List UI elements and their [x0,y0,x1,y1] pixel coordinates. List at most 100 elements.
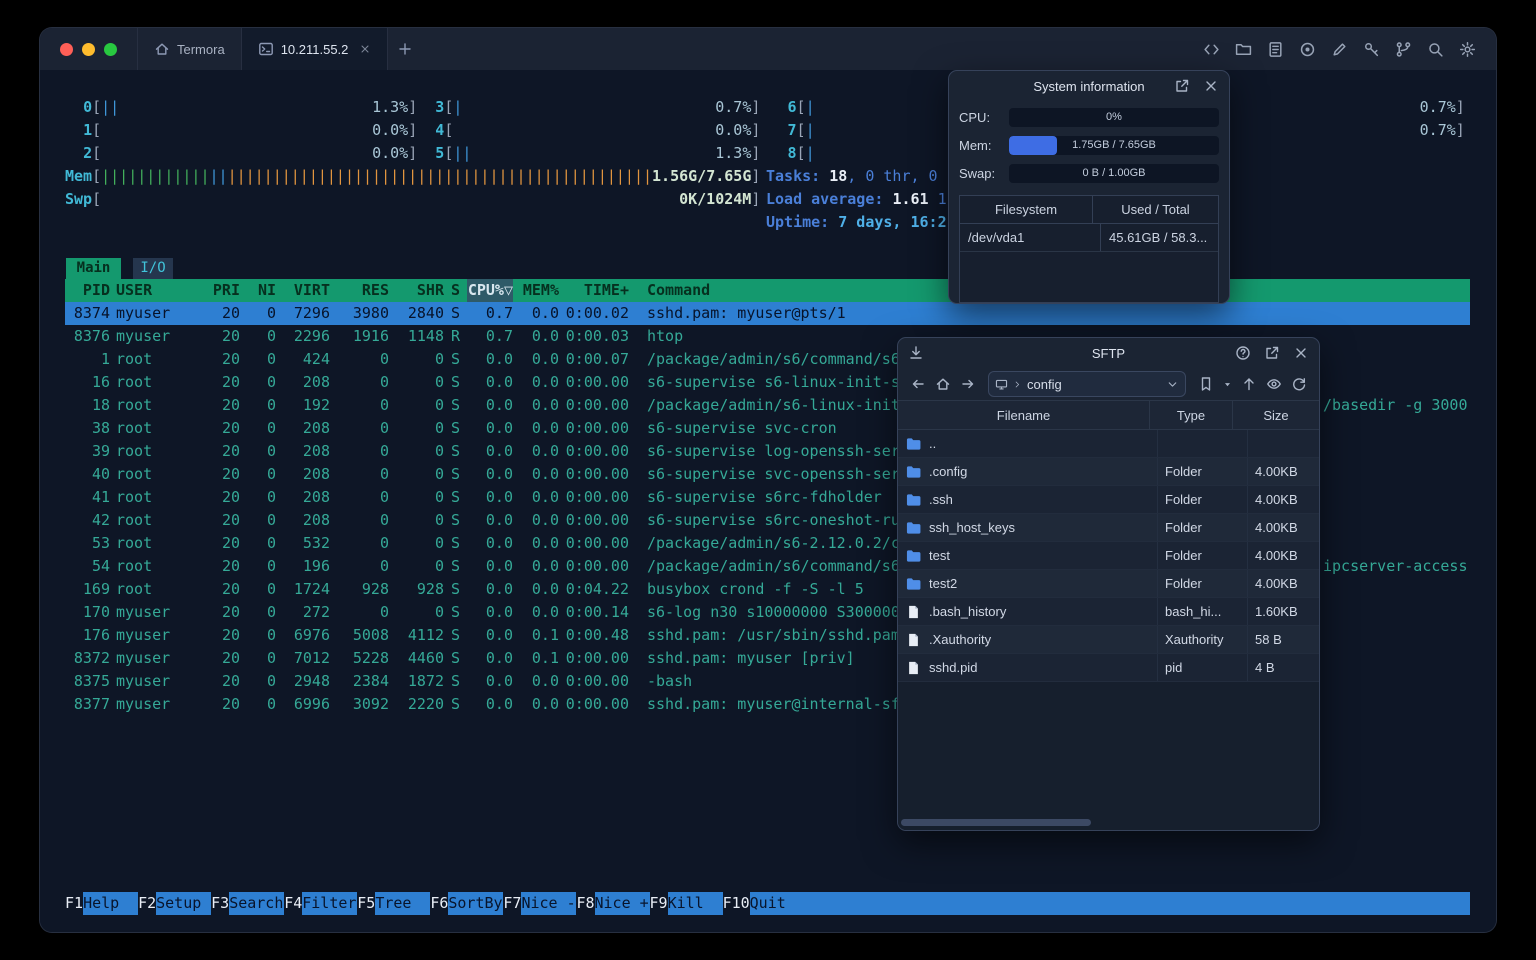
fkey-label-filter[interactable]: Filter [302,892,358,915]
file-row[interactable]: sshd.pid pid 4 B [898,654,1319,682]
tab-termora[interactable]: Termora [137,28,241,70]
file-row[interactable]: test Folder 4.00KB [898,542,1319,570]
panel-titlebar[interactable]: SFTP [898,338,1319,368]
file-size [1248,430,1319,457]
bookmarks-icon[interactable] [1198,376,1214,392]
show-hidden-files-icon[interactable] [1266,376,1282,392]
fkey-nice[interactable]: F8 [576,892,594,915]
zoom-window-button[interactable] [104,42,117,56]
fkey-sortby[interactable]: F6 [430,892,448,915]
column-header-time[interactable]: TIME+ [559,279,629,302]
file-row[interactable]: ssh_host_keys Folder 4.00KB [898,514,1319,542]
chevron-down-icon[interactable] [1166,378,1179,391]
bookmarks-caret-icon[interactable] [1223,380,1232,389]
cpu-label: CPU: [959,109,991,125]
file-icon [906,633,921,647]
file-row[interactable]: test2 Folder 4.00KB [898,570,1319,598]
refresh-icon[interactable] [1291,376,1307,392]
pencil-icon[interactable] [1331,41,1348,58]
swap-value: 0K/1024M [679,190,752,208]
htop-tab-main[interactable]: Main [66,258,121,279]
fs-column-header[interactable]: Used / Total [1093,196,1218,223]
code-icon[interactable] [1203,41,1220,58]
fkey-filter[interactable]: F4 [284,892,302,915]
file-row[interactable]: .Xauthority Xauthority 58 B [898,626,1319,654]
column-header-shr[interactable]: SHR [389,279,444,302]
htop-tab-io[interactable]: I/O [133,258,173,279]
close-panel-icon[interactable] [1293,345,1309,361]
home-directory-icon[interactable] [935,376,951,392]
mem-value: 1.75GB / 7.65GB [1072,139,1156,151]
memory-meter: Mem[||||||||||||||||||||||||||||||||||||… [65,167,761,185]
fkey-label-search[interactable]: Search [229,892,285,915]
process-row[interactable]: 8374 myuser 20 0 7296 3980 2840 S 0.7 0.0 0:00.02 s… [65,302,1470,325]
column-header-pri[interactable]: PRI [202,279,240,302]
column-header-res[interactable]: RES [330,279,389,302]
branch-icon[interactable] [1395,41,1412,58]
file-row[interactable]: .config Folder 4.00KB [898,458,1319,486]
fbar-filler [804,892,1470,915]
fkey-label-help[interactable]: Help [83,892,139,915]
panel-titlebar[interactable]: System information [949,71,1229,101]
search-icon[interactable] [1427,41,1444,58]
fkey-setup[interactable]: F2 [138,892,156,915]
column-header-user[interactable]: USER [110,279,202,302]
open-in-window-icon[interactable] [1264,345,1280,361]
fkey-label-kill[interactable]: Kill [667,892,723,915]
column-header-mem[interactable]: MEM% [513,279,559,302]
fkey-nice[interactable]: F7 [503,892,521,915]
column-header-ni[interactable]: NI [240,279,276,302]
column-header-pid[interactable]: PID [65,279,110,302]
column-header-virt[interactable]: VIRT [276,279,330,302]
help-icon[interactable] [1235,345,1251,361]
fkey-label-tree[interactable]: Tree [375,892,431,915]
fkey-label-sortby[interactable]: SortBy [448,892,504,915]
file-column-header-type[interactable]: Type [1150,401,1233,429]
fkey-label-nice[interactable]: Nice + [594,892,650,915]
key-icon[interactable] [1363,41,1380,58]
minimize-window-button[interactable] [82,42,95,56]
file-column-header-size[interactable]: Size [1233,401,1319,429]
fkey-help[interactable]: F1 [65,892,83,915]
filesystem-row[interactable]: /dev/vda1 45.61GB / 58.3... [960,224,1218,252]
log-icon[interactable] [1267,41,1284,58]
computer-icon [995,378,1008,391]
function-key-bar: F1 Help F2 Setup F3 Search F4 Filter F5 Tree F6 Sor… [65,892,1470,915]
back-icon[interactable] [910,376,926,392]
file-row[interactable]: .. [898,430,1319,458]
fkey-label-nice[interactable]: Nice - [521,892,577,915]
column-header-cpu[interactable]: CPU%▽ [467,279,513,302]
scrollbar-thumb[interactable] [901,819,1091,826]
tasks-line: Tasks: 18, 0 thr, 0 [766,167,947,185]
fkey-kill[interactable]: F9 [650,892,668,915]
file-size: 4.00KB [1255,576,1298,591]
close-panel-icon[interactable] [1203,78,1219,94]
file-column-header-filename[interactable]: Filename [898,401,1150,429]
column-header-s[interactable]: S [444,279,467,302]
fkey-label-setup[interactable]: Setup [156,892,212,915]
fkey-search[interactable]: F3 [211,892,229,915]
open-in-window-icon[interactable] [1174,78,1190,94]
horizontal-scrollbar[interactable] [901,819,1316,826]
settings-icon[interactable] [1459,41,1476,58]
fkey-quit[interactable]: F10 [723,892,750,915]
file-row[interactable]: .bash_history bash_hi... 1.60KB [898,598,1319,626]
path-dropdown[interactable]: config [988,371,1186,397]
record-icon[interactable] [1299,41,1316,58]
fkey-tree[interactable]: F5 [357,892,375,915]
close-window-button[interactable] [60,42,73,56]
file-name: ssh_host_keys [929,520,1015,535]
file-name: test [929,548,950,563]
close-tab-icon[interactable] [359,43,371,55]
file-name: test2 [929,576,958,591]
file-row[interactable]: .ssh Folder 4.00KB [898,486,1319,514]
forward-icon[interactable] [960,376,976,392]
fkey-label-quit[interactable]: Quit [749,892,805,915]
cpu-percent: 0.7% [715,98,752,116]
fs-column-header[interactable]: Filesystem [960,196,1093,223]
parent-directory-icon[interactable] [1241,376,1257,392]
tab-session[interactable]: 10.211.55.2 [240,28,389,70]
folder-icon[interactable] [1235,41,1252,58]
new-tab-button[interactable] [388,28,422,70]
download-icon[interactable] [908,345,924,361]
